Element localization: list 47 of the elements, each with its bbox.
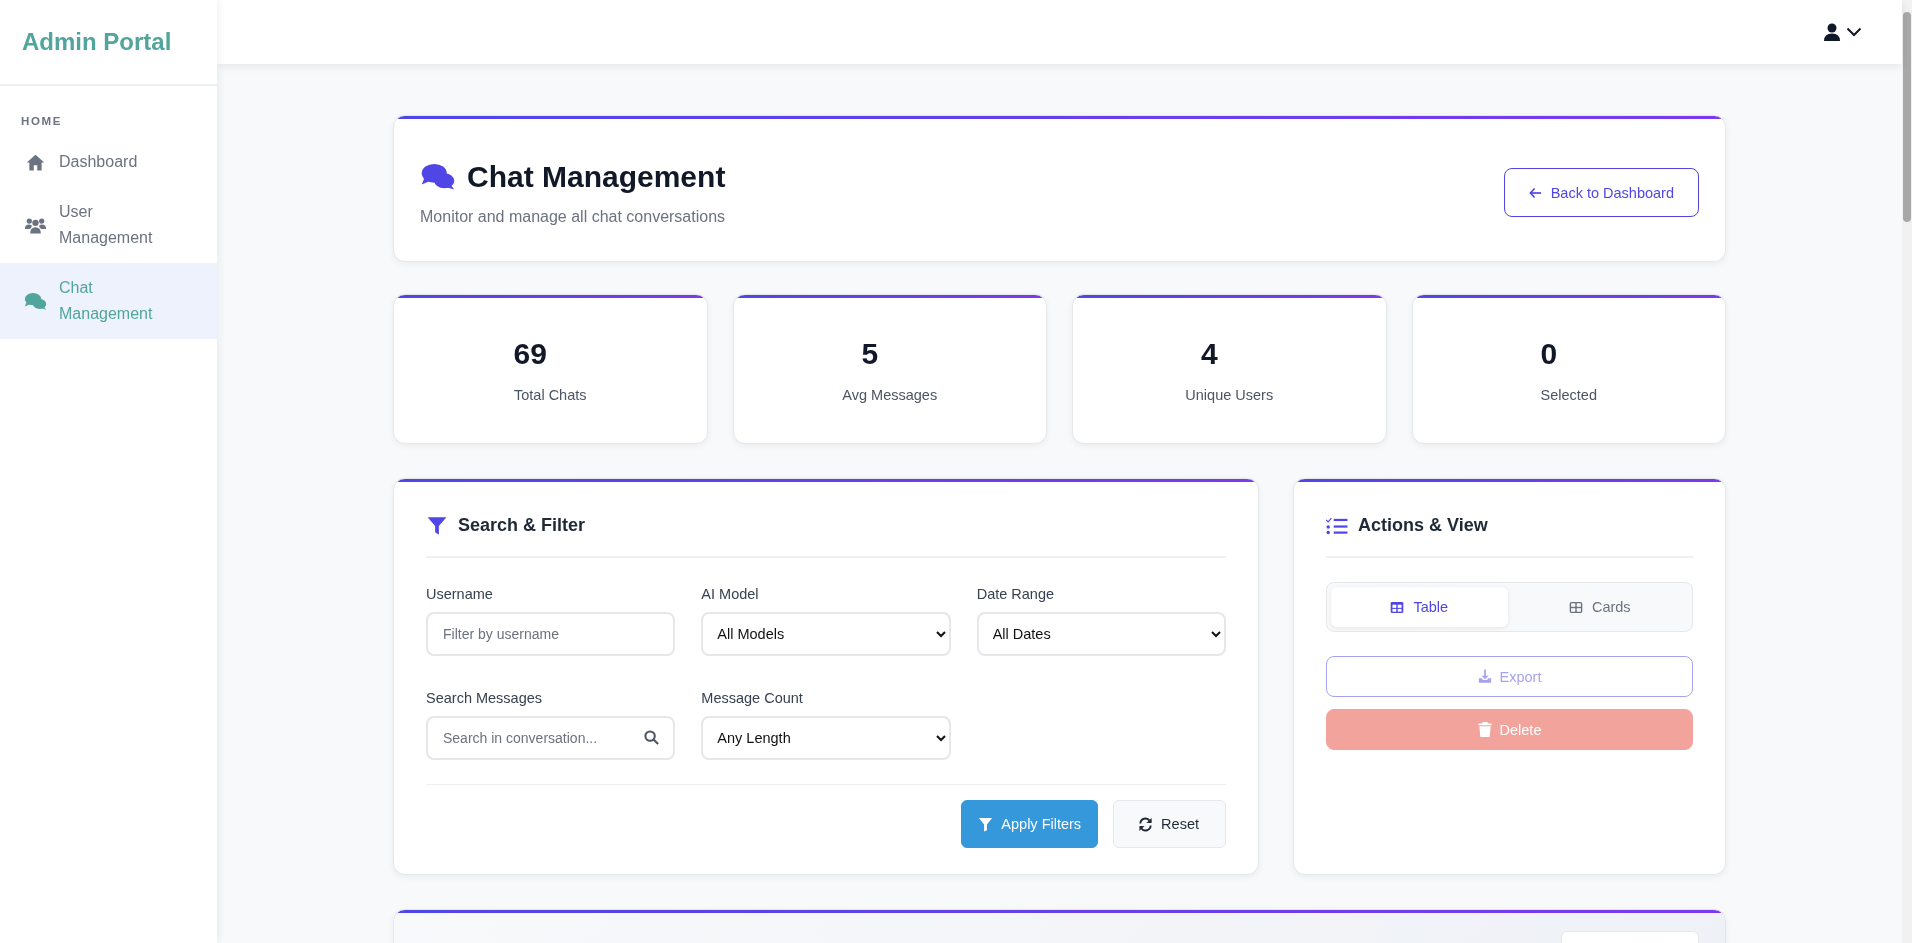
- page-title: Chat Management: [467, 159, 726, 194]
- stat-value: 4: [1200, 336, 1218, 372]
- view-tab[interactable]: Cards: [1511, 587, 1688, 627]
- apply-filters-button[interactable]: Apply Filters: [961, 800, 1099, 848]
- section-heading: HOME: [20, 114, 63, 129]
- sidebar-item[interactable]: User Management: [0, 187, 217, 263]
- stat-label: Unique Users: [1185, 387, 1274, 403]
- stat-label: Avg Messages: [842, 387, 938, 403]
- search-input-field[interactable]: Search in conversation...: [426, 716, 676, 760]
- chevron-down-icon: [1846, 27, 1862, 37]
- field-label: Message Count: [701, 690, 804, 706]
- page-subtitle: Monitor and manage all chat conversations: [420, 207, 726, 226]
- brand-title: Admin Portal: [22, 28, 172, 56]
- search-icon: [644, 730, 660, 745]
- sidebar-item[interactable]: Dashboard: [0, 137, 217, 187]
- view-tab[interactable]: Table: [1331, 587, 1508, 627]
- panel-title: Search & Filter: [458, 515, 586, 536]
- field-label: Username: [426, 586, 494, 602]
- refresh-icon: [1138, 816, 1154, 832]
- grid-icon: [1568, 600, 1583, 614]
- field-label: Date Range: [976, 586, 1056, 602]
- back-button[interactable]: Back to Dashboard: [1503, 168, 1699, 217]
- username-input-field[interactable]: Filter by username: [426, 612, 676, 656]
- scrollbar-thumb[interactable]: [1903, 12, 1911, 222]
- arrow-left-icon: [1528, 186, 1542, 199]
- dropdown-select[interactable]: All Dates: [976, 612, 1226, 656]
- field-label: AI Model: [701, 586, 760, 602]
- filter-icon: [978, 816, 994, 832]
- download-icon: [1477, 669, 1492, 684]
- stat-value: 0: [1540, 336, 1558, 372]
- stat-label: Total Chats: [513, 387, 587, 403]
- stat-value: 5: [861, 336, 879, 372]
- chat-bubbles-icon: [24, 290, 47, 312]
- field-label: Search Messages: [426, 690, 544, 706]
- stat-label: Selected: [1540, 387, 1597, 403]
- chat-bubbles-icon: [420, 161, 456, 192]
- table-icon: [1390, 600, 1405, 614]
- stat-value: 69: [513, 336, 547, 372]
- checklist-icon: [1326, 515, 1348, 536]
- trash-icon: [1477, 722, 1492, 737]
- reset-button[interactable]: Reset: [1113, 800, 1226, 848]
- dropdown-select[interactable]: Any Length: [701, 716, 951, 760]
- user-icon: [1824, 23, 1840, 41]
- panel-title: Actions & View: [1358, 515, 1488, 536]
- sidebar-item[interactable]: Chat Management: [0, 263, 217, 339]
- filter-icon: [426, 515, 448, 536]
- dropdown-select[interactable]: All Models: [701, 612, 951, 656]
